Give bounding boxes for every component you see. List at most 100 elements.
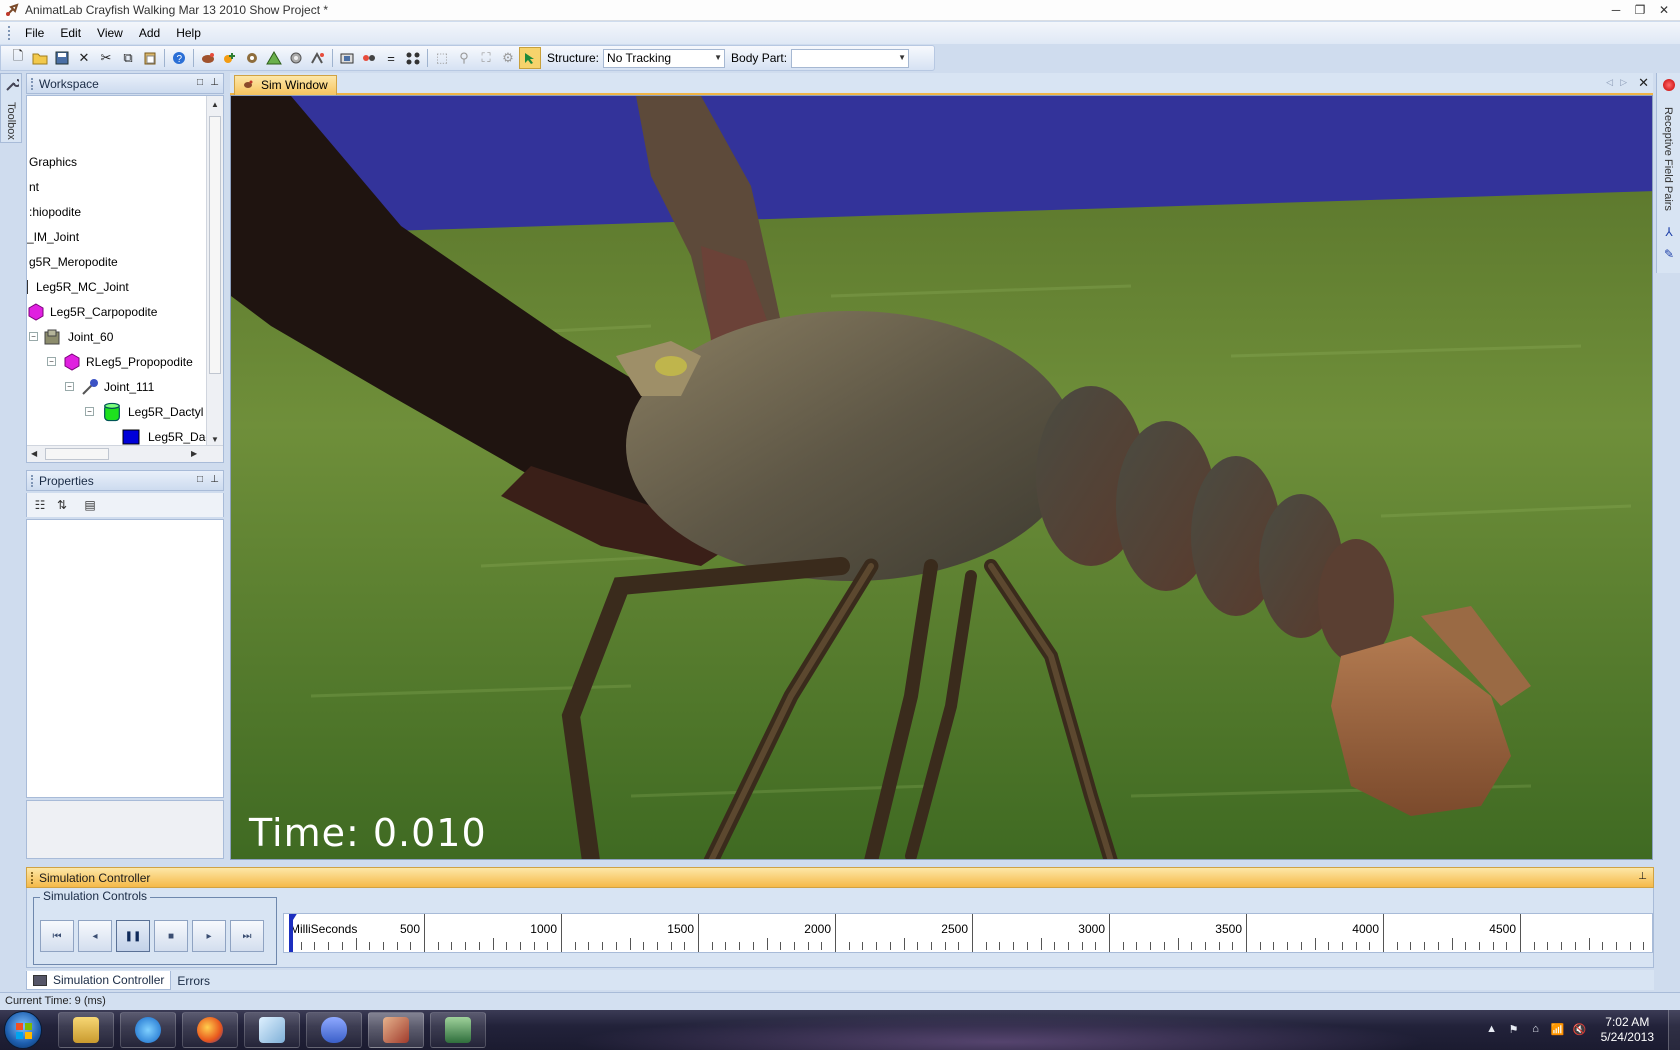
timeline-ruler[interactable]: MilliSeconds 500 1000 1500 2000 2500 3000 3500… [283,913,1653,953]
stop-button[interactable]: ■ [154,920,188,952]
menu-grip[interactable] [8,26,11,40]
network-icon[interactable]: 📶 [1550,1023,1566,1037]
pause-button[interactable]: ❚❚ [116,920,150,952]
select-joint-icon[interactable]: ⚲ [453,47,475,69]
panel-grip[interactable] [31,474,34,487]
equals-icon[interactable]: = [380,47,402,69]
show-hidden-icons-icon[interactable]: ▲ [1484,1023,1500,1037]
molecule-icon[interactable] [402,47,424,69]
add-stimulus-icon[interactable] [241,47,263,69]
collapse-icon[interactable]: − [85,407,94,416]
panel-grip[interactable] [31,77,34,90]
property-grid[interactable] [26,519,224,798]
toolbox-tab[interactable]: Toolbox [0,73,22,143]
tree-node[interactable]: g5R_Meropodite [29,251,118,273]
collapse-icon[interactable]: − [29,332,38,341]
body-part-dropdown[interactable]: ▼ [791,48,910,68]
help-icon[interactable]: ? [168,47,190,69]
taskbar-firefox[interactable] [182,1012,238,1048]
property-pages-icon[interactable]: ▤ [81,496,99,514]
simulation-viewport[interactable]: Time: 0.010 [230,95,1653,860]
menu-help[interactable]: Help [168,24,209,42]
new-file-icon[interactable]: 🗋 [7,47,29,69]
menu-edit[interactable]: Edit [52,24,89,42]
scroll-right-icon[interactable]: ▶ [191,449,197,458]
tree-node[interactable]: _IM_Joint [27,226,79,248]
sim-window-tab[interactable]: Sim Window [234,75,337,95]
taskbar-app-notebook[interactable] [244,1012,300,1048]
tab-simulation-controller[interactable]: Simulation Controller [26,971,172,990]
delete-icon[interactable]: ✕ [73,47,95,69]
add-organism-icon[interactable] [197,47,219,69]
panel-grip[interactable] [31,871,34,884]
record-icon[interactable] [1663,79,1675,91]
go-to-start-button[interactable]: ⏮ [40,920,74,952]
show-desktop-button[interactable] [1668,1010,1680,1050]
action-center-flag-icon[interactable]: ⚑ [1506,1023,1522,1037]
paste-icon[interactable] [139,47,161,69]
receptive-field-pairs-tab[interactable]: Receptive Field Pairs [1662,107,1674,211]
select-part-icon[interactable]: ⬚ [431,47,453,69]
usb-device-icon[interactable]: ⌂ [1528,1023,1544,1037]
open-folder-icon[interactable] [29,47,51,69]
tree-node[interactable]: Leg5R_MC_Joint [27,276,129,298]
tab-errors[interactable]: Errors [171,971,216,990]
record-video-icon[interactable] [358,47,380,69]
taskbar-app-monitor[interactable] [430,1012,486,1048]
scroll-thumb[interactable] [45,448,109,460]
sort-alpha-icon[interactable]: ⇅ [53,496,71,514]
add-datachart-icon[interactable] [307,47,329,69]
collapse-icon[interactable]: − [65,382,74,391]
select-sim-icon[interactable]: ⚙ [497,47,519,69]
tree-node[interactable]: Graphics [29,151,77,173]
go-to-end-button[interactable]: ⏭ [230,920,264,952]
start-button[interactable] [4,1011,42,1049]
scroll-down-icon[interactable]: ▼ [211,435,219,444]
select-receptive-icon[interactable]: ⛶ [475,47,497,69]
scroll-thumb[interactable] [209,116,221,374]
scroll-tabs-left-icon[interactable]: ◁ [1606,77,1613,88]
clock[interactable]: 7:02 AM 5/24/2013 [1601,1015,1654,1045]
taskbar-animatlab[interactable] [368,1012,424,1048]
tree-node[interactable]: Joint_60 [41,326,113,348]
add-chart-icon[interactable] [263,47,285,69]
pin-icon[interactable]: ⊥ [1638,871,1647,882]
collapse-icon[interactable]: − [47,357,56,366]
timeline-cursor[interactable] [288,914,299,952]
close-window-button[interactable]: ✕ [1652,0,1676,20]
maximize-panel-icon[interactable]: □ [197,77,203,88]
step-forward-button[interactable]: ▸ [192,920,226,952]
taskbar-internet-explorer[interactable] [120,1012,176,1048]
save-icon[interactable] [51,47,73,69]
pin-icon[interactable]: ⊥ [210,474,219,485]
maximize-panel-icon[interactable]: □ [197,474,203,485]
vertical-scrollbar[interactable]: ▲ ▼ [206,96,223,446]
tree-node[interactable]: :hiopodite [29,201,81,223]
horizontal-scrollbar[interactable]: ◀ ▶ [27,445,223,462]
tree-node[interactable]: Joint_111 [81,376,154,398]
tree-node[interactable]: Leg5R_Dactyl [101,401,203,423]
scroll-left-icon[interactable]: ◀ [31,449,37,458]
timeline-cursor-head[interactable] [288,914,299,920]
close-tab-icon[interactable]: ✕ [1638,75,1649,91]
workspace-tree[interactable]: Graphics nt :hiopodite _IM_Joint g5R_Mer… [26,95,224,463]
scroll-tabs-right-icon[interactable]: ▷ [1620,77,1627,88]
tree-node[interactable]: Leg5R_Carpopodite [27,301,157,323]
menu-file[interactable]: File [17,24,52,42]
snapshot-icon[interactable] [336,47,358,69]
minimize-button[interactable]: ─ [1604,0,1628,20]
categorized-icon[interactable]: ☷ [31,496,49,514]
add-tool-icon[interactable] [285,47,307,69]
scroll-up-icon[interactable]: ▲ [211,100,219,109]
step-back-button[interactable]: ◂ [78,920,112,952]
pointer-mode-icon[interactable] [519,47,541,69]
pin-icon[interactable]: ⊥ [210,77,219,88]
structure-dropdown[interactable]: No Tracking ▼ [603,48,726,68]
cut-icon[interactable]: ✂ [95,47,117,69]
menu-add[interactable]: Add [131,24,168,42]
pencil-icon[interactable]: ✎ [1661,247,1677,263]
graph-icon[interactable]: ⅄ [1661,225,1677,241]
tree-node[interactable]: RLeg5_Propopodite [63,351,193,373]
taskbar-app-infinity[interactable] [306,1012,362,1048]
menu-view[interactable]: View [89,24,131,42]
